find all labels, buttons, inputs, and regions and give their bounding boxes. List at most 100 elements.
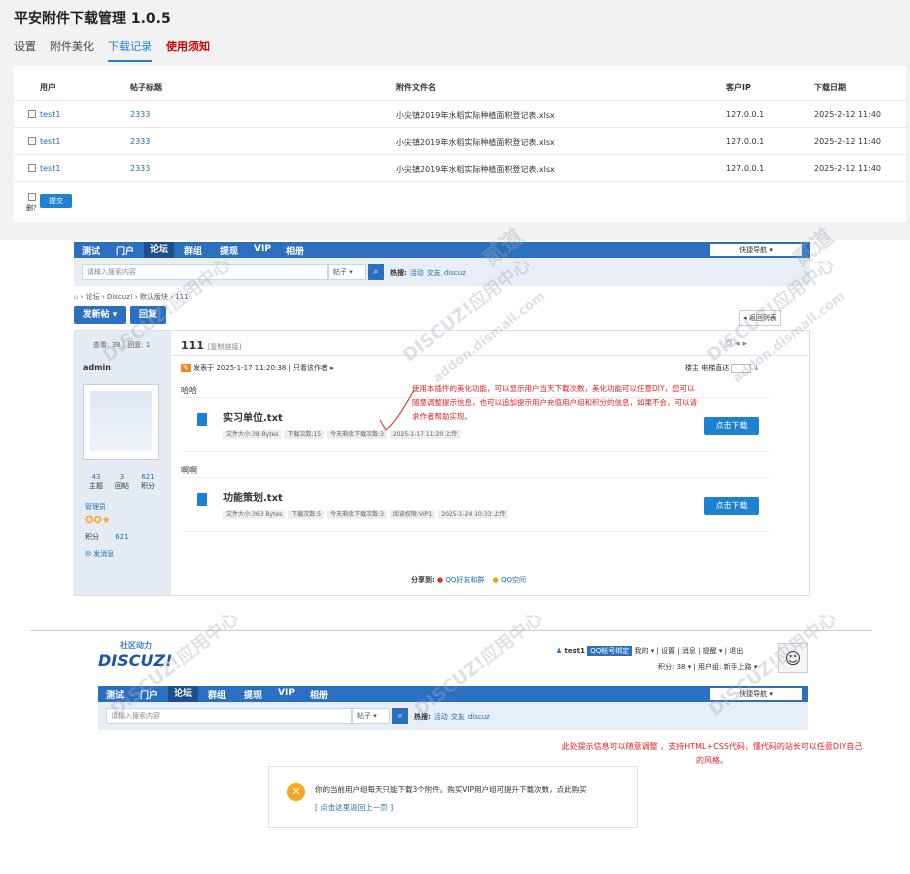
new-thread-button[interactable]: 发新帖 ▾ — [74, 306, 126, 324]
quick-nav-button[interactable]: 快捷导航 ▾ — [710, 244, 802, 256]
nav-item[interactable]: VIP — [254, 244, 271, 254]
copy-link[interactable]: [复制链接] — [208, 343, 241, 351]
meta-size: 文件大小:38 Bytes — [223, 430, 282, 439]
file-icon — [197, 413, 207, 426]
row-checkbox[interactable] — [28, 110, 36, 118]
search-type-select[interactable]: 帖子 ▾ — [352, 708, 390, 724]
row-user[interactable]: test1 — [40, 110, 60, 119]
nav-item[interactable]: 提现 — [220, 244, 238, 257]
nav-item-forum[interactable]: 论坛 — [168, 686, 199, 702]
search-input[interactable]: 请输入搜索内容 — [82, 264, 328, 280]
user-links[interactable]: 我的 ▾ | 设置 | 消息 | 提醒 ▾ | 退出 — [635, 647, 744, 655]
quick-nav-button[interactable]: 快捷导航 ▾ — [710, 688, 802, 700]
nav-item[interactable]: 测试 — [106, 688, 124, 701]
divider — [181, 531, 771, 532]
attachment-meta: 文件大小:38 Bytes 下载次数:15 今天剩余下载次数:3 2025-1-17 … — [223, 429, 463, 439]
download-button[interactable]: 点击下载 — [704, 417, 759, 435]
row-title[interactable]: 2333 — [130, 137, 150, 146]
send-message-link[interactable]: ✉ 发消息 — [85, 549, 114, 559]
annotation-note: 此处提示信息可以随意调整 ，支持HTML+CSS代码，懂代码的站长可以任意DIY… — [561, 742, 863, 765]
reply-button[interactable]: 回复 — [130, 306, 166, 324]
tab-instructions[interactable]: 使用须知 — [166, 38, 210, 62]
download-button[interactable]: 点击下载 — [704, 497, 759, 515]
row-ip: 127.0.0.1 — [726, 110, 765, 119]
breadcrumb-text[interactable]: › 论坛 › Discuz! › 默认版块 › 111 — [81, 293, 189, 301]
search-button[interactable]: ⌕ — [368, 264, 384, 280]
elevator-input[interactable] — [731, 363, 752, 373]
views: 查看: 38 — [93, 341, 121, 349]
print-icon[interactable]: ⎙ — [725, 339, 732, 349]
stat-topics: 43 主题 — [89, 473, 103, 491]
breadcrumb: ⌂ › 论坛 › Discuz! › 默认版块 › 111 — [74, 292, 189, 302]
admin-tabs: 设置 附件美化 下载记录 使用须知 — [14, 38, 210, 62]
view-stats: 查看: 38 | 回复: 1 — [93, 341, 151, 349]
sun-icon: ✪✪★ — [85, 515, 111, 526]
user-group[interactable]: 管理员 — [85, 502, 106, 512]
row-user[interactable]: test1 — [40, 137, 60, 146]
attachment-name[interactable]: 实习单位.txt — [223, 409, 283, 424]
search-button[interactable]: ⌕ — [392, 708, 408, 724]
warning-icon: ✕ — [287, 783, 305, 801]
tab-download-records[interactable]: 下载记录 — [108, 38, 152, 62]
search-type-select[interactable]: 帖子 ▾ — [328, 264, 366, 280]
username-link[interactable]: test1 — [565, 647, 585, 655]
table-row: test1 2333 小尖镇2019年水稻实际种植面积登记表.xlsx 127.… — [14, 154, 906, 181]
share-qq-link[interactable]: QQ好友和群 — [445, 576, 484, 584]
meta-remaining: 今天剩余下载次数:3 — [327, 510, 387, 519]
nav-item[interactable]: 相册 — [286, 244, 304, 257]
hot-link[interactable]: discuz — [444, 269, 466, 277]
avatar[interactable] — [83, 384, 159, 460]
row-title[interactable]: 2333 — [130, 164, 150, 173]
discuz-logo[interactable]: 社区动力 DISCUZ! — [98, 640, 172, 670]
stat-label: 主题 — [89, 482, 103, 490]
floor-tools: 楼主 电梯直达 ↓ — [685, 363, 760, 373]
tab-settings[interactable]: 设置 — [14, 38, 36, 62]
hot-link[interactable]: 活动 — [434, 713, 448, 721]
back-link[interactable]: [ 点击这里返回上一页 ] — [315, 802, 393, 813]
score-link[interactable]: 积分: 38 ▾ — [658, 663, 691, 671]
author-name[interactable]: admin — [83, 363, 111, 372]
nav-item-forum[interactable]: 论坛 — [144, 242, 175, 258]
send-message-label: 发消息 — [93, 550, 115, 558]
row-checkbox[interactable] — [28, 137, 36, 145]
share-qzone-link[interactable]: QQ空间 — [501, 576, 526, 584]
nav-item[interactable]: 群组 — [184, 244, 202, 257]
nav-item[interactable]: VIP — [278, 688, 295, 698]
elevator-go-icon[interactable]: ↓ — [754, 364, 760, 372]
post-text: 啊啊 — [181, 466, 197, 475]
nav-item[interactable]: 测试 — [82, 244, 100, 257]
meta-downloads: 下载次数:15 — [284, 430, 325, 439]
qq-bind-button[interactable]: QQ帐号绑定 — [587, 646, 633, 656]
home-icon[interactable]: ⌂ — [74, 293, 78, 301]
search-icon: ⌕ — [397, 711, 403, 721]
nav-item[interactable]: 门户 — [116, 244, 134, 257]
hot-link[interactable]: 交友 — [451, 713, 465, 721]
records-table: 用户 帖子标题 附件文件名 客户IP 下载日期 test1 2333 小尖镇20… — [14, 66, 906, 222]
search-input[interactable]: 请输入搜索内容 — [106, 708, 352, 724]
row-title[interactable]: 2333 — [130, 110, 150, 119]
hot-link[interactable]: 活动 — [410, 269, 424, 277]
only-author-link[interactable]: 只看该作者 ▸ — [293, 364, 334, 372]
next-icon[interactable]: ▸ — [742, 339, 747, 349]
submit-button[interactable]: 提交 — [40, 194, 72, 208]
nav-item[interactable]: 提现 — [244, 688, 262, 701]
admin-panel: 平安附件下载管理 1.0.5 设置 附件美化 下载记录 使用须知 用户 帖子标题… — [0, 0, 910, 240]
nav-item[interactable]: 门户 — [140, 688, 158, 701]
hot-link[interactable]: 交友 — [427, 269, 441, 277]
table-row: test1 2333 小尖镇2019年水稻实际种植面积登记表.xlsx 127.… — [14, 100, 906, 127]
score-label: 积分 — [85, 533, 99, 541]
avatar[interactable]: ☺ — [778, 643, 808, 673]
attachment-name[interactable]: 功能策划.txt — [223, 489, 283, 504]
prev-icon[interactable]: ◂ — [735, 339, 740, 349]
nav-item[interactable]: 相册 — [310, 688, 328, 701]
hot-link[interactable]: discuz — [468, 713, 490, 721]
back-list-button[interactable]: ◂ 返回列表 — [739, 310, 781, 326]
tab-beautify[interactable]: 附件美化 — [50, 38, 94, 62]
row-user[interactable]: test1 — [40, 164, 60, 173]
row-ip: 127.0.0.1 — [726, 137, 765, 146]
delete-all-checkbox[interactable] — [28, 193, 36, 201]
col-date: 下载日期 — [814, 83, 846, 92]
row-checkbox[interactable] — [28, 164, 36, 172]
nav-item[interactable]: 群组 — [208, 688, 226, 701]
usergroup-link[interactable]: 用户组: 新手上路 ▾ — [698, 663, 757, 671]
